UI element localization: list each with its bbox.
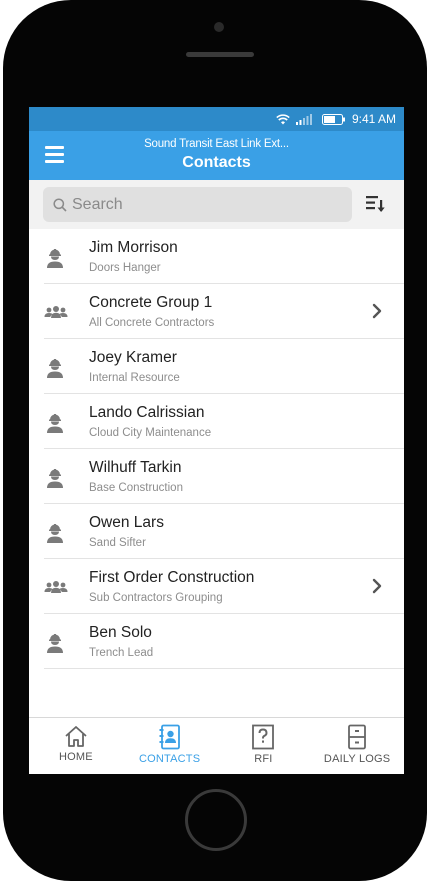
home-button[interactable] [185, 789, 247, 851]
contact-detail: Sand Sifter [89, 537, 146, 549]
contact-row[interactable]: Ben Solo Trench Lead [44, 614, 404, 669]
contact-row[interactable]: Owen Lars Sand Sifter [44, 504, 404, 559]
contact-row[interactable]: Wilhuff Tarkin Base Construction [44, 449, 404, 504]
contact-detail: Base Construction [89, 482, 183, 494]
chevron-right-icon[interactable] [372, 578, 382, 599]
navigation-bar: Sound Transit East Link Ext... Contacts [29, 131, 404, 180]
tab-bar: HOME CONTACTS RFI DAILY LOGS [29, 717, 404, 774]
contact-name: Owen Lars [89, 514, 164, 531]
page-title: Contacts [182, 154, 251, 171]
person-icon [44, 466, 66, 488]
contact-name: Ben Solo [89, 624, 152, 641]
contact-row[interactable]: Lando Calrissian Cloud City Maintenance [44, 394, 404, 449]
daily-logs-icon [310, 724, 404, 750]
contacts-icon [123, 724, 217, 750]
contact-row[interactable]: First Order Construction Sub Contractors … [44, 559, 404, 614]
contact-name: Jim Morrison [89, 239, 178, 256]
contact-list: Jim Morrison Doors Hanger Concrete Group 1… [29, 229, 404, 669]
tab-label: RFI [254, 753, 273, 765]
person-icon [44, 246, 66, 268]
project-name: Sound Transit East Link Ext... [144, 138, 289, 150]
signal-icon [295, 113, 312, 125]
tab-label: HOME [58, 751, 93, 763]
tab-daily-logs[interactable]: DAILY LOGS [310, 718, 404, 774]
contact-name: Concrete Group 1 [89, 294, 213, 311]
tab-rfi[interactable]: RFI [217, 718, 311, 774]
contact-name: First Order Construction [89, 569, 255, 586]
search-icon [53, 197, 67, 212]
camera [214, 22, 224, 32]
contact-detail: All Concrete Contractors [89, 317, 215, 329]
chevron-right-icon[interactable] [372, 303, 382, 324]
status-time: 9:41 AM [351, 112, 396, 126]
person-icon [44, 411, 66, 433]
screen: 9:41 AM Sound Transit East Link Ext... C… [29, 107, 404, 774]
contact-row[interactable]: Jim Morrison Doors Hanger [44, 229, 404, 284]
contact-detail: Sub Contractors Grouping [89, 592, 223, 604]
search-box[interactable] [43, 187, 352, 222]
person-icon [44, 521, 66, 543]
contact-name: Wilhuff Tarkin [89, 459, 182, 476]
tab-label: CONTACTS [138, 753, 201, 765]
search-row [29, 180, 404, 229]
status-bar: 9:41 AM [29, 107, 404, 131]
wifi-icon [276, 113, 290, 124]
person-icon [44, 356, 66, 378]
tab-home[interactable]: HOME [29, 718, 123, 774]
speaker [186, 52, 254, 57]
rfi-icon [217, 724, 311, 750]
contact-detail: Internal Resource [89, 372, 180, 384]
battery-icon [321, 113, 345, 125]
group-icon [44, 576, 68, 598]
contact-detail: Trench Lead [89, 647, 154, 659]
contact-name: Lando Calrissian [89, 404, 205, 421]
contact-row[interactable]: Joey Kramer Internal Resource [44, 339, 404, 394]
contact-row[interactable]: Concrete Group 1 All Concrete Contractors [44, 284, 404, 339]
contact-detail: Cloud City Maintenance [89, 427, 212, 439]
group-icon [44, 301, 68, 323]
home-icon [29, 724, 123, 748]
contact-detail: Doors Hanger [89, 262, 161, 274]
tab-contacts[interactable]: CONTACTS [123, 718, 217, 774]
search-input[interactable] [72, 195, 312, 214]
tab-label: DAILY LOGS [323, 753, 391, 765]
person-icon [44, 631, 66, 653]
sort-icon[interactable] [366, 195, 386, 213]
contact-name: Joey Kramer [89, 349, 177, 366]
